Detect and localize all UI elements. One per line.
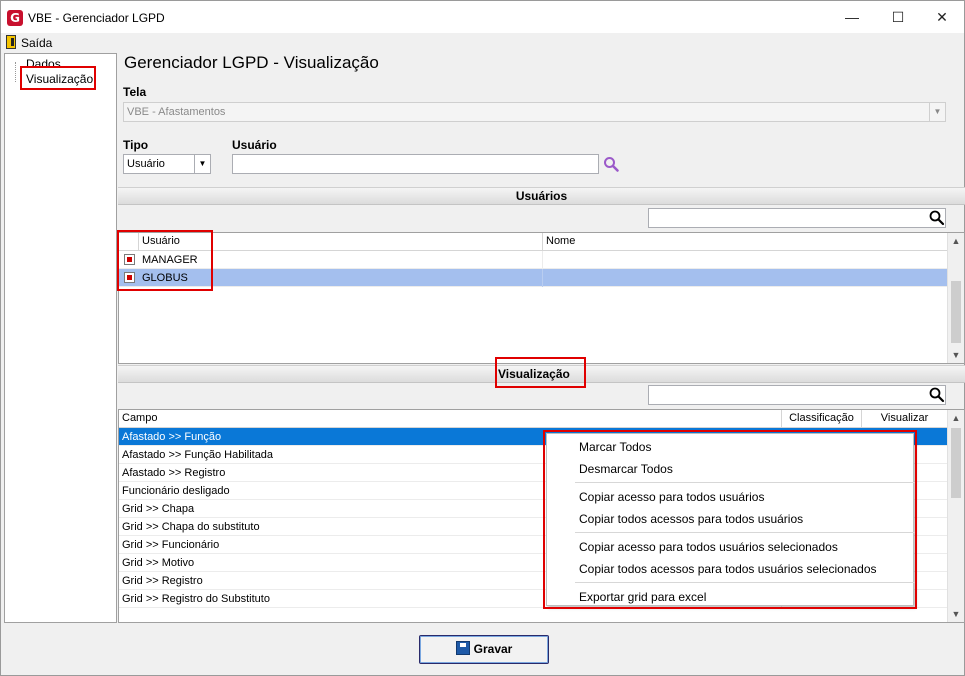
column-header-visualizar[interactable]: Visualizar: [862, 410, 948, 428]
view-grid-scrollbar[interactable]: ▲ ▼: [947, 410, 964, 622]
search-icon[interactable]: [929, 387, 945, 403]
scroll-down-icon[interactable]: ▼: [948, 347, 964, 363]
usuario-label: Usuário: [232, 138, 277, 152]
highlight-box-view-title: [495, 357, 586, 388]
save-button[interactable]: Gravar: [419, 635, 549, 664]
table-row[interactable]: GLOBUS: [119, 269, 948, 287]
title-bar: G VBE - Gerenciador LGPD — ☐ ✕: [1, 1, 964, 33]
view-search-input[interactable]: [648, 385, 946, 405]
scroll-thumb[interactable]: [951, 428, 961, 498]
search-icon[interactable]: [603, 156, 619, 172]
tipo-select[interactable]: Usuário ▼: [123, 154, 211, 174]
users-search-input[interactable]: [648, 208, 946, 228]
column-header-nome[interactable]: Nome: [543, 233, 948, 251]
tree-connector: [15, 62, 16, 82]
minimize-button[interactable]: —: [829, 1, 875, 33]
users-grid-scrollbar[interactable]: ▲ ▼: [947, 233, 964, 363]
users-grid: Usuário Nome MANAGER GLOBUS ▲ ▼: [118, 232, 965, 364]
tipo-select-value: Usuário: [127, 158, 165, 170]
scroll-up-icon[interactable]: ▲: [948, 233, 964, 249]
page-title: Gerenciador LGPD - Visualização: [124, 53, 379, 72]
close-button[interactable]: ✕: [919, 1, 965, 33]
menu-bar: [1, 33, 964, 51]
exit-door-icon[interactable]: [6, 35, 16, 49]
cell-name: [543, 269, 948, 287]
scroll-down-icon[interactable]: ▼: [948, 606, 964, 622]
usuario-input[interactable]: [232, 154, 599, 174]
app-logo-icon: G: [7, 10, 23, 26]
highlight-box-context-menu: [543, 430, 917, 609]
users-grid-header: Usuário Nome: [119, 233, 948, 251]
menu-exit[interactable]: Saída: [21, 36, 52, 50]
app-window: G VBE - Gerenciador LGPD — ☐ ✕ Saída Dad…: [0, 0, 965, 676]
maximize-button[interactable]: ☐: [875, 1, 921, 33]
column-header-classificacao[interactable]: Classificação: [782, 410, 862, 428]
view-grid-header: Campo Classificação Visualizar: [119, 410, 948, 428]
highlight-box-users: [117, 230, 213, 291]
cell-name: [543, 251, 948, 269]
scroll-up-icon[interactable]: ▲: [948, 410, 964, 426]
tela-select-value: VBE - Afastamentos: [127, 106, 226, 118]
tela-label: Tela: [123, 85, 147, 99]
tipo-label: Tipo: [123, 138, 149, 152]
chevron-down-icon: ▼: [929, 103, 945, 121]
tela-select[interactable]: VBE - Afastamentos ▼: [123, 102, 946, 122]
window-title: VBE - Gerenciador LGPD: [28, 11, 165, 25]
save-button-label: Gravar: [473, 642, 513, 656]
chevron-down-icon: ▼: [194, 155, 210, 173]
navigation-tree: Dados Visualização: [4, 53, 117, 623]
floppy-disk-icon: [455, 641, 470, 655]
search-icon[interactable]: [929, 210, 945, 226]
column-header-campo[interactable]: Campo: [119, 410, 782, 428]
table-row[interactable]: MANAGER: [119, 251, 948, 269]
scroll-thumb[interactable]: [951, 281, 961, 343]
users-section-header: Usuários: [118, 187, 965, 205]
highlight-box-tree: [20, 66, 96, 90]
